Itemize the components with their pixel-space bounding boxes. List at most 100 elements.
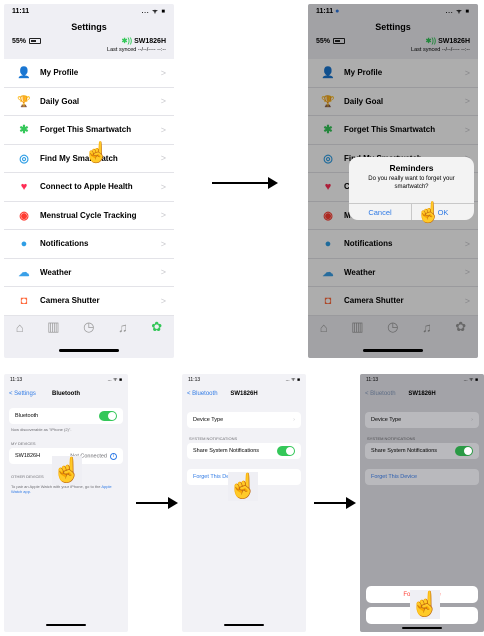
status-time: 11:13 — [188, 377, 201, 383]
device-type-group: Device Type › — [187, 412, 301, 428]
pointer-hand-icon: ☝ — [84, 142, 109, 164]
bluetooth-group: Bluetooth — [9, 408, 123, 424]
chevron-right-icon: > — [160, 96, 166, 107]
back-button[interactable]: < Bluetooth — [187, 391, 218, 397]
nav-bar: < Settings Bluetooth — [4, 386, 128, 402]
menu-item[interactable]: ◘ Camera Shutter > — [4, 287, 174, 316]
stats-icon[interactable]: ▥ — [47, 319, 59, 335]
cancel-button[interactable]: Cancel — [349, 204, 411, 220]
device-type-row[interactable]: Device Type › — [187, 412, 301, 428]
info-icon[interactable]: i — [110, 452, 117, 460]
chevron-right-icon: › — [293, 417, 295, 423]
device-type-label: Device Type — [371, 417, 402, 423]
settings-menu: 👤 My Profile > 🏆 Daily Goal > ✱ Forget This Sma… — [4, 59, 174, 316]
chevron-right-icon: > — [160, 67, 166, 78]
home-indicator — [46, 624, 86, 626]
bluetooth-toggle[interactable] — [99, 411, 117, 421]
menu-item-label: My Profile — [40, 68, 79, 78]
device-type-label: Device Type — [193, 417, 224, 423]
alert-title: Reminders — [389, 163, 434, 173]
status-icons: ... ᯤ ■ — [285, 377, 300, 383]
menu-item-label: Connect to Apple Health — [40, 182, 133, 192]
menu-item[interactable]: ♥ Connect to Apple Health > — [4, 173, 174, 202]
chevron-right-icon: > — [160, 267, 166, 278]
menu-item-label: Daily Goal — [40, 96, 80, 106]
notifications-group: Share System Notifications — [187, 443, 301, 459]
battery-text: 55% — [12, 37, 27, 45]
camera-icon: ◘ — [20, 294, 28, 307]
menu-item[interactable]: 🏆 Daily Goal > — [4, 88, 174, 116]
status-bar: 11:13 ... ᯤ ■ — [360, 374, 484, 386]
target-icon: ◎ — [19, 152, 29, 165]
clock-icon[interactable]: ◷ — [83, 319, 94, 335]
pointer-hand-icon: ☝ — [52, 456, 82, 485]
phone-settings: 11:11 ... ᯤ ■ Settings 55% ✱)) SW1826H L… — [4, 4, 174, 358]
chevron-right-icon: > — [160, 238, 166, 249]
forget-device-row: Forget This Device — [365, 469, 479, 485]
chat-icon: ● — [20, 237, 28, 250]
phone-settings-alert: 11:11 ● ... ᯤ ■ Settings 55% ✱)) SW1826H… — [308, 4, 478, 358]
menu-item-label: Weather — [40, 267, 72, 277]
status-icons: ... ᯤ ■ — [463, 377, 478, 383]
share-notifications-label: Share System Notifications — [193, 448, 260, 454]
last-synced: Last synced --/--/---- --:-- — [107, 47, 166, 53]
home-indicator — [224, 624, 264, 626]
pointer-hand-icon: ☝ — [228, 472, 258, 501]
device-type-group: Device Type › — [365, 412, 479, 428]
device-name: SW1826H — [15, 453, 41, 459]
battery-level: 55% — [12, 37, 42, 45]
notifications-group: Share System Notifications — [365, 443, 479, 459]
device-name: ✱)) SW1826H — [122, 37, 166, 45]
bluetooth-icon: ✱ — [19, 124, 29, 137]
system-notifications-header: SYSTEM NOTIFICATIONS — [367, 436, 416, 441]
share-notifications-row: Share System Notifications — [187, 443, 301, 459]
phone-bluetooth: 11:13 ... ᯤ ■ < Settings Bluetooth Bluet… — [4, 374, 128, 632]
nav-bar: < Bluetooth SW1826H — [360, 386, 484, 402]
chevron-right-icon: > — [160, 124, 166, 135]
menu-item-label: Forget This Smartwatch — [40, 125, 132, 135]
gear-icon[interactable]: ✿ — [151, 319, 162, 335]
forget-group: Forget This Device — [365, 469, 479, 485]
share-notifications-toggle — [455, 446, 473, 456]
menu-item[interactable]: ● Notifications > — [4, 230, 174, 259]
pointer-hand-icon: ☝ — [416, 202, 441, 224]
forget-device-label: Forget This Device — [371, 474, 418, 480]
nav-bar: < Bluetooth SW1826H — [182, 386, 306, 402]
status-time: 11:13 — [10, 377, 23, 383]
flow-arrow — [136, 497, 178, 509]
flow-arrow — [212, 177, 278, 189]
heart-icon: ♥ — [20, 180, 28, 193]
device-name-text: SW1826H — [134, 38, 166, 45]
chevron-right-icon: > — [160, 295, 166, 306]
chevron-right-icon: > — [160, 210, 166, 221]
status-bar: 11:13 ... ᯤ ■ — [182, 374, 306, 386]
status-time: 11:11 — [12, 7, 30, 15]
bell-icon[interactable]: ♫ — [118, 320, 128, 335]
back-button[interactable]: < Bluetooth — [365, 391, 396, 397]
menu-item[interactable]: 👤 My Profile > — [4, 59, 174, 88]
chevron-right-icon: › — [471, 417, 473, 423]
bluetooth-icon: ✱)) — [121, 38, 135, 45]
share-notifications-toggle[interactable] — [277, 446, 295, 456]
share-notifications-label: Share System Notifications — [371, 448, 438, 454]
menu-item[interactable]: ◉ Menstrual Cycle Tracking > — [4, 202, 174, 230]
menu-item[interactable]: ☁ Weather > — [4, 259, 174, 287]
cycle-icon: ◉ — [19, 209, 29, 222]
chevron-right-icon: > — [160, 181, 166, 192]
back-button[interactable]: < Settings — [9, 391, 36, 397]
person-icon: 👤 — [17, 67, 31, 80]
home-icon[interactable]: ⌂ — [16, 320, 24, 335]
home-indicator — [59, 349, 119, 352]
status-bar: 11:11 ... ᯤ ■ — [4, 4, 174, 18]
battery-icon — [29, 37, 42, 44]
cloud-icon: ☁ — [18, 266, 30, 279]
my-devices-header: MY DEVICES — [11, 441, 36, 446]
share-notifications-row: Share System Notifications — [365, 443, 479, 459]
status-icons: ... ᯤ ■ — [107, 377, 122, 383]
menu-item-label: Notifications — [40, 239, 89, 249]
home-indicator — [402, 627, 442, 629]
trophy-icon: 🏆 — [17, 95, 31, 108]
phone-forget-sheet: 11:13 ... ᯤ ■ < Bluetooth SW1826H Device… — [360, 374, 484, 632]
alert-buttons: Cancel OK — [349, 203, 474, 220]
menu-item-label: Menstrual Cycle Tracking — [40, 210, 137, 220]
